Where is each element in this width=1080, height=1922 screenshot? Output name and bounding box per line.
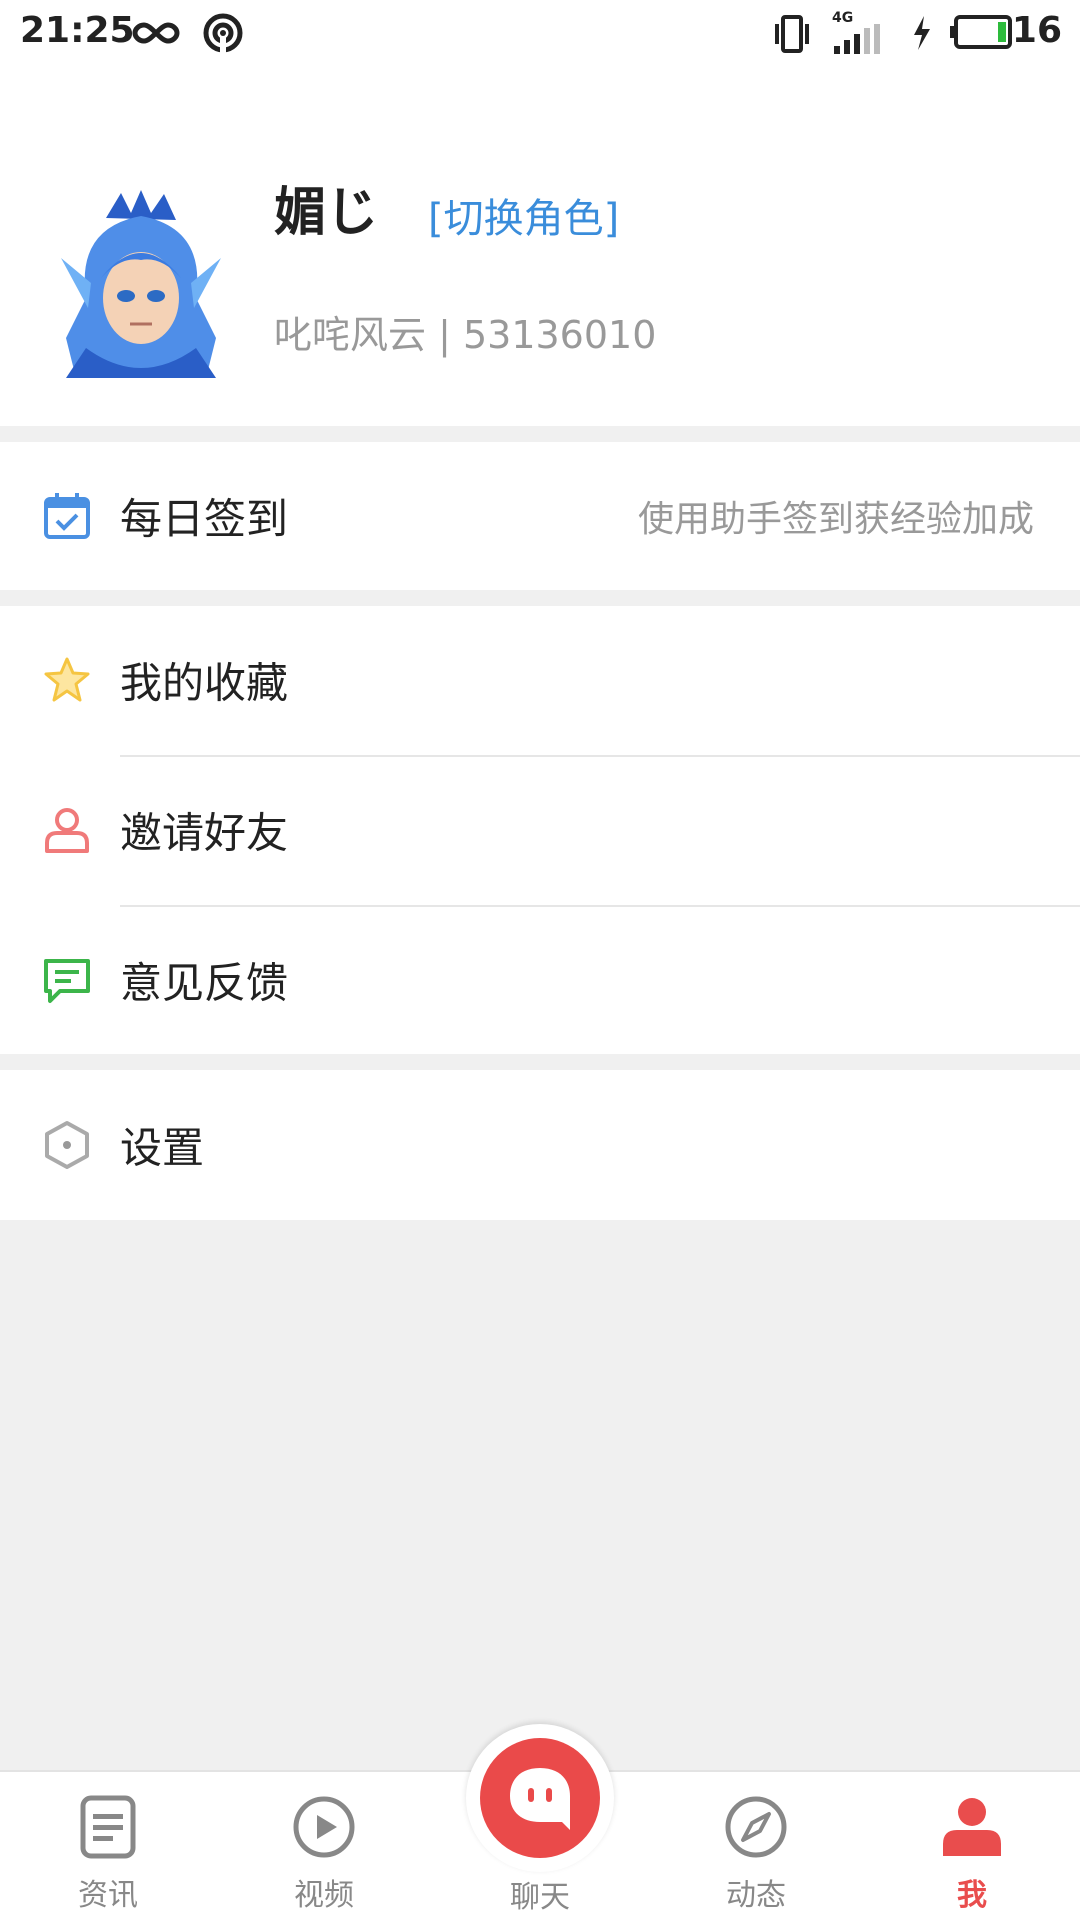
menu-item-invite[interactable]: 邀请好友 [0,756,1080,904]
menu-item-feedback[interactable]: 意见反馈 [0,906,1080,1054]
menu-item-favorites[interactable]: 我的收藏 [0,606,1080,754]
tab-label-video: 视频 [294,1878,354,1913]
battery-level: 16 [1011,10,1062,51]
tab-me[interactable]: 我 [892,1772,1052,1922]
chat-message-icon [44,959,90,1003]
star-icon [44,657,90,702]
profile-card: 媚じ [切换角色] 叱咤风云 | 53136010 [0,66,1080,426]
tab-moments[interactable]: 动态 [676,1772,836,1922]
hotspot-icon [203,13,243,53]
menu-item-checkin[interactable]: 每日签到 使用助手签到获经验加成 [0,442,1080,590]
settings-section: 设置 [0,1070,1080,1220]
battery-icon [950,15,1012,49]
hexagon-settings-icon [45,1121,89,1169]
status-bar: 21:25 4G 16 [0,0,1080,66]
tab-news[interactable]: 资讯 [28,1772,188,1922]
server-info: 叱咤风云 | 53136010 [274,313,657,357]
charging-icon [914,16,930,50]
play-circle-icon [293,1796,355,1858]
tab-label-me: 我 [957,1878,987,1913]
signal-icon [834,24,880,54]
avatar[interactable] [46,188,236,378]
status-time: 21:25 [20,10,135,51]
chat-button[interactable] [466,1724,614,1872]
infinity-icon [132,22,180,44]
menu-label-settings: 设置 [120,1123,205,1173]
menu-label-invite: 邀请好友 [120,808,289,858]
menu-label-checkin: 每日签到 [120,494,289,544]
document-icon [80,1795,136,1859]
compass-icon [725,1796,787,1858]
menu-hint-checkin: 使用助手签到获经验加成 [637,499,1034,540]
chat-bubble-icon [510,1768,570,1830]
switch-role-link[interactable]: [切换角色] [428,186,619,244]
vibrate-icon [775,15,809,53]
chat-circle [480,1738,600,1858]
calendar-check-icon [44,493,90,539]
menu-label-feedback: 意见反馈 [120,958,289,1008]
tab-label-news: 资讯 [78,1878,138,1913]
checkin-section: 每日签到 使用助手签到获经验加成 [0,442,1080,590]
user-icon [45,808,89,853]
menu-label-favorites: 我的收藏 [120,658,289,708]
menu-group: 我的收藏 邀请好友 意见反馈 [0,606,1080,1054]
tab-video[interactable]: 视频 [244,1772,404,1922]
tab-label-chat: 聊天 [510,1880,570,1915]
profile-name: 媚じ [274,183,379,243]
tab-label-moments: 动态 [726,1878,786,1913]
person-icon [943,1798,1001,1856]
menu-item-settings[interactable]: 设置 [0,1070,1080,1220]
